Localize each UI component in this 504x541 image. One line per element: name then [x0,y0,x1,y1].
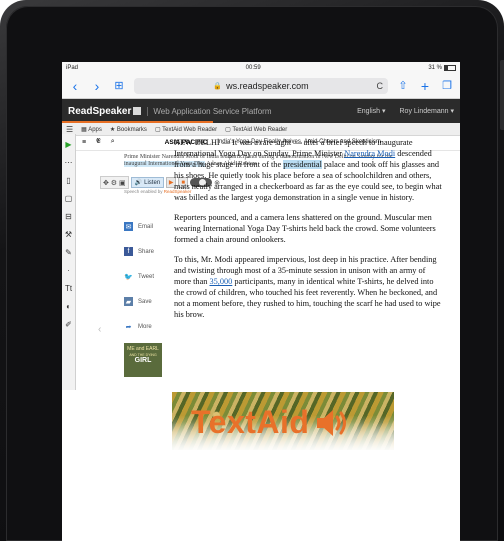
paragraph-2: Reporters pounced, and a camera lens sha… [174,213,436,244]
article-logo-icon[interactable]: 𝕰 [96,138,101,146]
current-word-highlight: presidential [283,160,322,169]
battery-status: 31 % [428,64,456,71]
play-icon[interactable]: ▶ [65,140,71,149]
clock: 00:59 [245,64,261,71]
forward-icon[interactable]: › [90,78,104,94]
share-save[interactable]: ▰ Save [124,289,172,314]
share-more[interactable]: ➦ More [124,314,172,339]
paragraph-3: To this, Mr. Modi appeared impervious, l… [174,255,441,319]
article-menu-icon[interactable]: ≡ [82,139,86,146]
tabs-icon[interactable]: ❐ [440,79,454,92]
battery-icon [444,64,456,71]
bookmarks-book-icon[interactable]: ⊞ [112,79,126,92]
settings-icon[interactable]: ⚒ [65,230,72,239]
textaid-sidebar: ▶ ⋯ ▯ ▢ ⊟ ⚒ ✎ · Tt ◐ ✐ [62,134,76,390]
bookmark-textaid-2[interactable]: ▢ TextAid Web Reader [225,126,287,133]
safari-toolbar: ‹ › ⊞ 🔒 ws.readspeaker.com C ⇧ + ❐ [62,73,460,99]
battery-percent: 31 % [428,64,442,71]
new-tab-icon[interactable]: + [418,78,432,94]
bookmark-bookmarks[interactable]: ★ Bookmarks [110,126,147,133]
text-size-icon[interactable]: Tt [65,284,72,293]
facebook-icon: f [124,247,133,256]
bookmark-apps[interactable]: ▦ Apps [81,126,102,133]
header-accent [62,121,214,123]
lock-icon: 🔒 [213,82,223,90]
ipad-frame: iPad 00:59 31 % ‹ › ⊞ 🔒 ws.readspeaker.c… [0,0,504,541]
dots-icon[interactable]: ⋯ [65,158,73,167]
page-icon[interactable]: ▢ [65,194,73,203]
more-icon: ➦ [124,322,133,331]
speaker-icon [315,408,349,438]
language-menu[interactable]: English ▾ [357,107,385,115]
textaid-logo: TextAid [191,404,349,441]
listen-button[interactable]: 🔊 Listen [130,177,165,188]
share-twitter[interactable]: 🐦 Tweet [124,264,172,289]
platform-subtitle: Web Application Service Platform [147,106,272,116]
pen-icon[interactable]: ✐ [65,320,72,329]
readspeaker-header: ReadSpeaker Web Application Service Plat… [62,99,460,123]
share-facebook[interactable]: f Share [124,239,172,264]
modi-link[interactable]: Narendra Modi [344,149,395,158]
share-icon[interactable]: ⇧ [396,79,410,92]
reload-icon[interactable]: C [377,81,384,91]
menu-icon[interactable]: ☰ [66,125,73,134]
device-label: iPad [66,64,79,71]
movie-ad[interactable]: ME and EARL AND THE DYING GIRL [124,343,162,377]
participants-link[interactable]: 35,000 [209,277,232,286]
article-search-icon[interactable]: ⌕ [111,138,115,146]
mask-icon[interactable]: ◐ [66,302,71,311]
status-bar: iPad 00:59 31 % [62,62,460,73]
document-icon[interactable]: ▯ [66,176,70,185]
address-bar[interactable]: 🔒 ws.readspeaker.com C [134,77,388,94]
readspeaker-logo[interactable]: ReadSpeaker [68,106,142,117]
url-text: ws.readspeaker.com [226,80,309,91]
user-menu[interactable]: Roy Lindemann ▾ [400,107,455,115]
ipad-side-button [500,60,504,130]
format-icon[interactable]: ⊟ [65,212,72,221]
bookmark-textaid-1[interactable]: ▢ TextAid Web Reader [155,126,217,133]
ipad-screen: iPad 00:59 31 % ‹ › ⊞ 🔒 ws.readspeaker.c… [62,62,460,541]
player-tools[interactable]: ✥ ⚙ ▣ [100,176,129,189]
paragraph-1: NEW DELHI — It was a rare sight — after … [174,138,442,202]
collapse-arrow-icon[interactable]: ‹ [98,324,101,335]
share-tools: ✉ Email f Share 🐦 Tweet ▰ Save ➦ More ME and … [124,214,172,377]
twitter-icon: 🐦 [124,272,133,281]
save-icon: ▰ [124,297,133,306]
email-icon: ✉ [124,222,133,231]
spacer-icon: · [67,266,70,275]
edit-icon[interactable]: ✎ [65,248,72,257]
share-email[interactable]: ✉ Email [124,214,172,239]
back-icon[interactable]: ‹ [68,78,82,94]
article-body: NEW DELHI — It was a rare sight — after … [174,137,442,329]
